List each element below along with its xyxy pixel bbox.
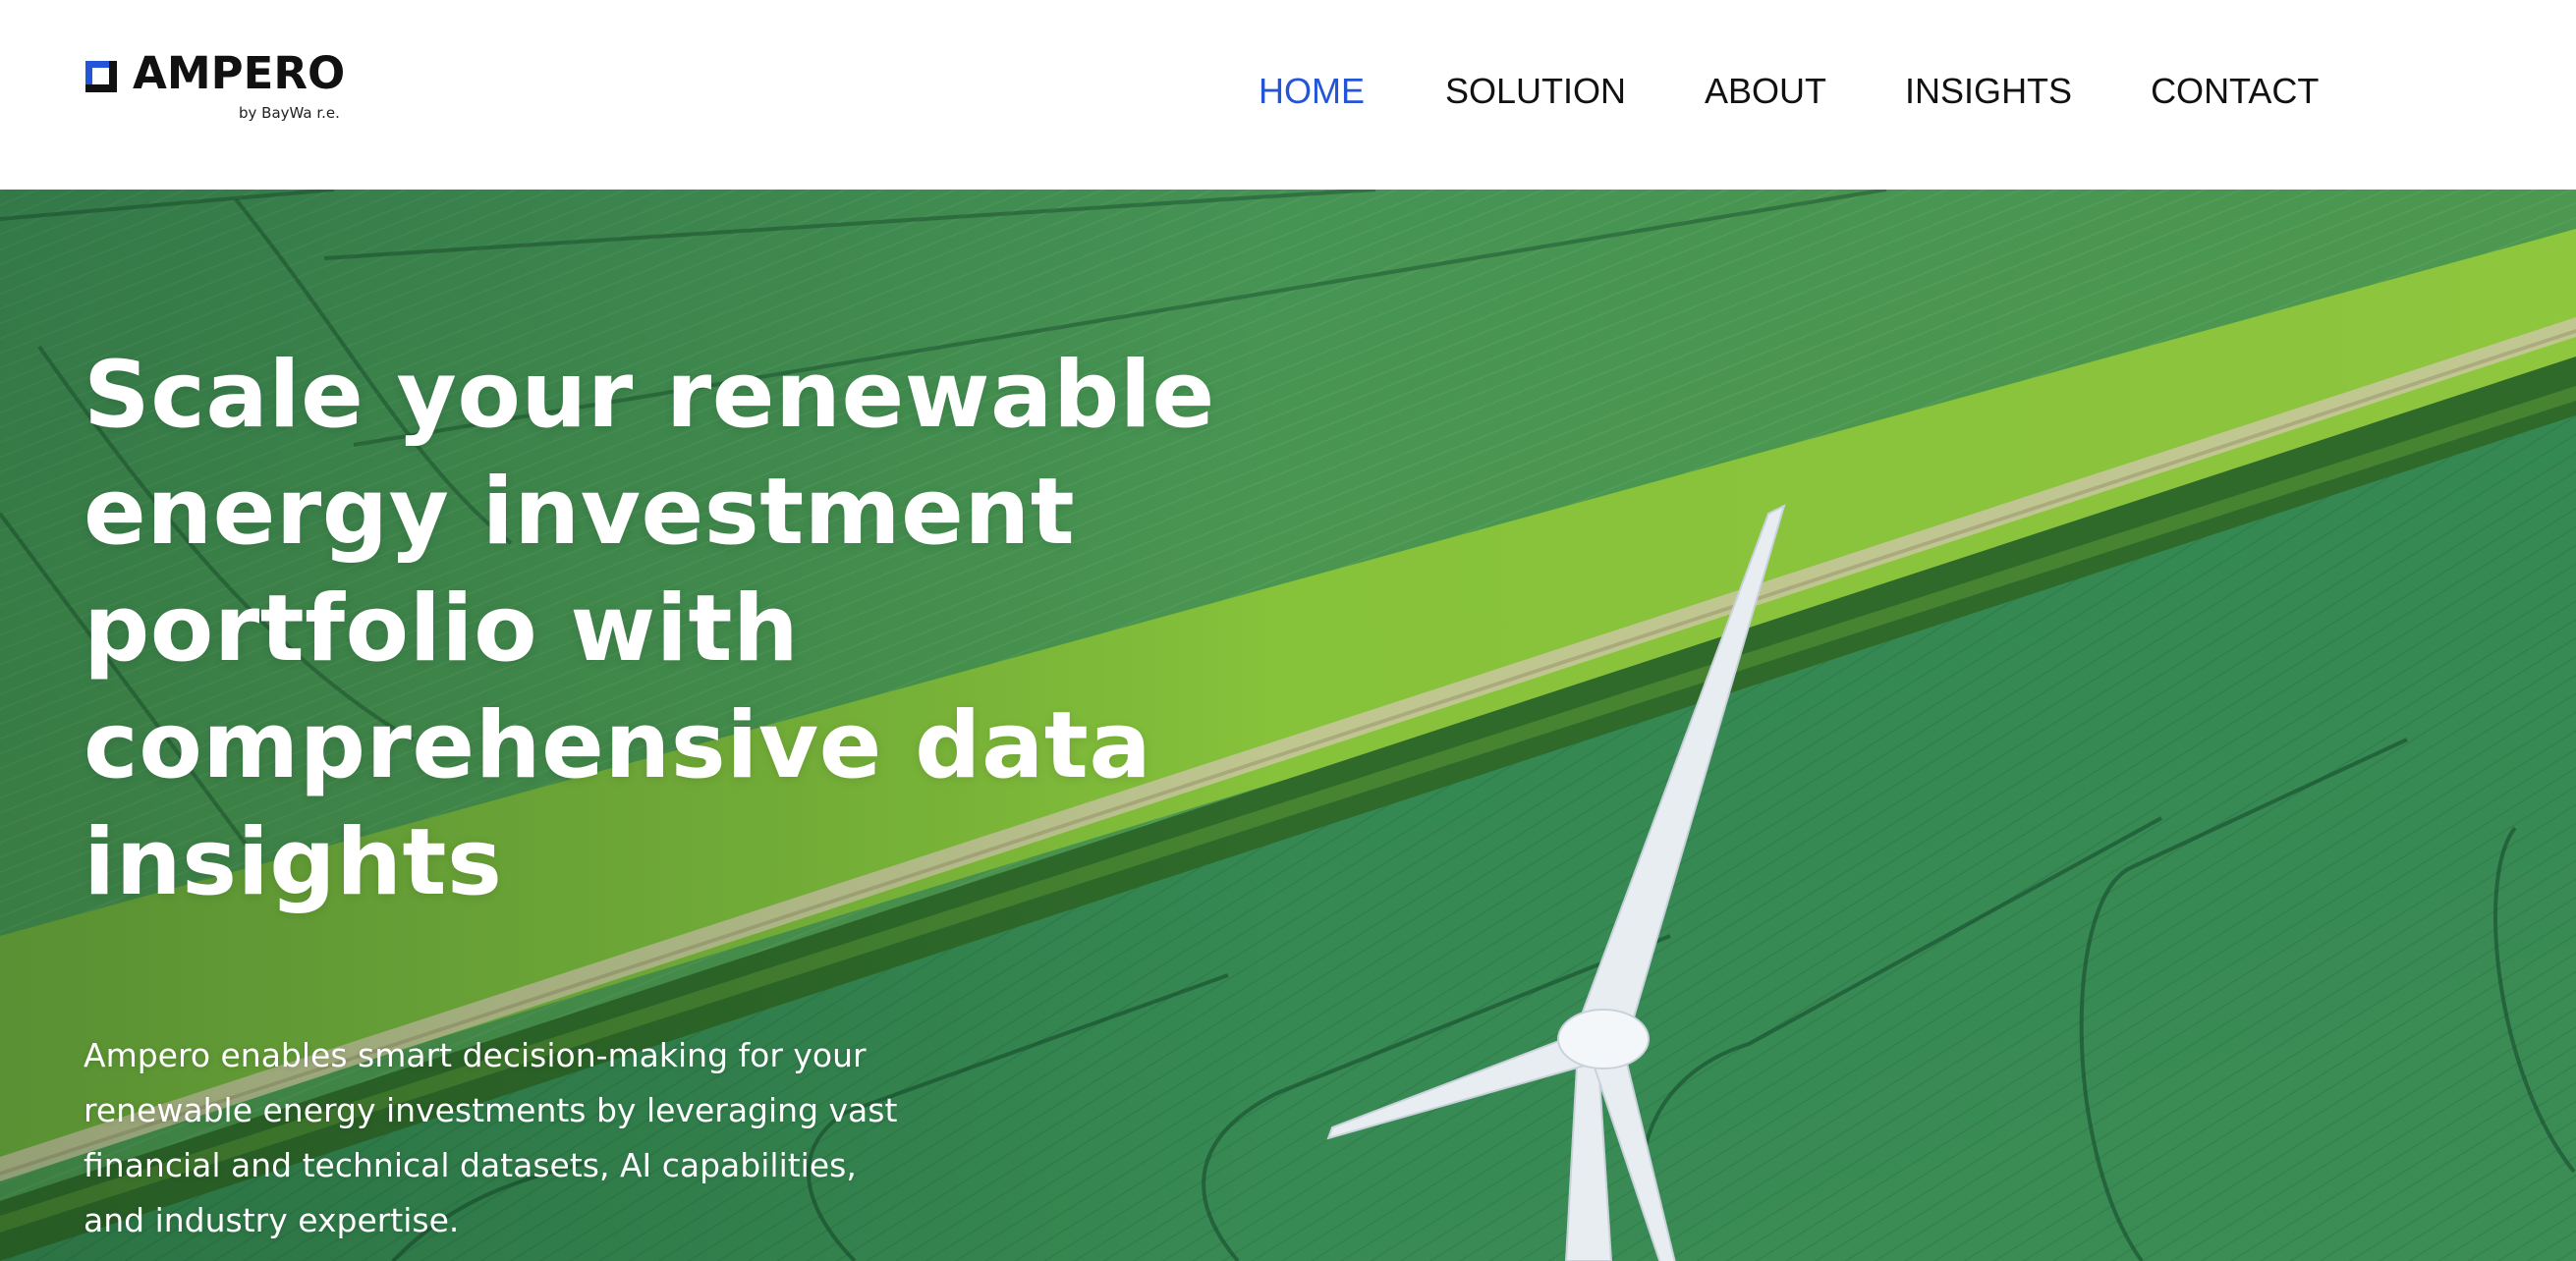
main-nav: HOME SOLUTION ABOUT INSIGHTS CONTACT <box>1259 69 2319 113</box>
nav-insights[interactable]: INSIGHTS <box>1905 69 2072 113</box>
logo-wordmark: AMPERO <box>133 47 346 99</box>
nav-solution[interactable]: SOLUTION <box>1445 69 1626 113</box>
ampero-logo-icon <box>85 61 117 92</box>
nav-home[interactable]: HOME <box>1259 69 1365 113</box>
logo-byline: by BayWa r.e. <box>239 104 340 122</box>
hero-headline: Scale your renewable energy investment p… <box>84 342 1215 916</box>
hero-section: Scale your renewable energy investment p… <box>0 190 2576 1261</box>
hero-description: Ampero enables smart decision-making for… <box>84 1036 898 1239</box>
nav-contact[interactable]: CONTACT <box>2151 69 2319 113</box>
nav-about[interactable]: ABOUT <box>1705 69 1826 113</box>
ampero-logo[interactable]: AMPERO by BayWa r.e. <box>85 51 345 126</box>
site-header: AMPERO by BayWa r.e. HOME SOLUTION ABOUT… <box>0 0 2576 190</box>
